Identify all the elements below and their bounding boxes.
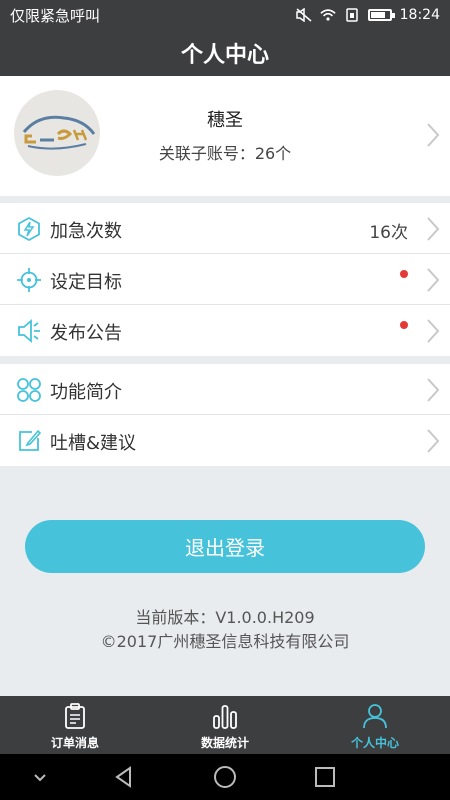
- sim-icon: [345, 8, 358, 22]
- company-logo-icon: [22, 115, 96, 150]
- home-icon[interactable]: [213, 765, 237, 789]
- mute-icon: [295, 8, 312, 22]
- grid-circles-icon: [17, 378, 41, 402]
- menu-label: 发布公告: [50, 323, 122, 344]
- profile-name: 穗圣: [207, 110, 243, 131]
- tab-personal-center[interactable]: 个人中心: [300, 696, 450, 754]
- tab-label: 数据统计: [200, 736, 249, 750]
- clipboard-icon: [65, 703, 85, 729]
- version-text: 当前版本：V1.0.0.H209: [135, 608, 315, 627]
- avatar: [14, 90, 100, 176]
- target-icon: [17, 268, 41, 292]
- tab-label: 个人中心: [350, 736, 399, 750]
- tab-label: 订单消息: [50, 736, 99, 750]
- chevron-right-icon: [427, 378, 440, 402]
- tab-order-messages[interactable]: 订单消息: [0, 696, 150, 754]
- menu-item-publish-notice[interactable]: 发布公告: [0, 305, 450, 356]
- bar-chart-icon: [213, 705, 237, 729]
- bottom-tab-bar: 订单消息 数据统计 个人中心: [0, 696, 450, 754]
- menu-label: 吐槽&建议: [50, 433, 137, 454]
- chevron-right-icon: [427, 429, 440, 453]
- system-icons: 18:24: [295, 7, 440, 23]
- lightning-icon: [18, 216, 40, 242]
- clock-text: 18:24: [399, 7, 440, 23]
- chevron-down-icon[interactable]: [28, 765, 52, 789]
- chevron-right-icon: [427, 319, 440, 343]
- logout-button[interactable]: 退出登录: [25, 520, 425, 573]
- system-nav-bar: [0, 754, 450, 800]
- menu-label: 功能简介: [50, 382, 122, 403]
- title-bar: 个人中心: [0, 30, 450, 76]
- tab-data-stats[interactable]: 数据统计: [150, 696, 300, 754]
- chevron-right-icon: [427, 123, 440, 147]
- status-bar: 仅限紧急呼叫 18:24: [0, 0, 450, 30]
- person-icon: [363, 704, 387, 729]
- chevron-right-icon: [427, 217, 440, 241]
- copyright-text: ©2017广州穗圣信息科技有限公司: [100, 632, 350, 651]
- back-icon[interactable]: [112, 765, 136, 789]
- linked-accounts-count: 关联子账号：26个: [158, 144, 292, 163]
- menu-label: 设定目标: [50, 272, 122, 293]
- menu-item-set-target[interactable]: 设定目标: [0, 254, 450, 305]
- notification-dot: [400, 321, 408, 329]
- profile-card[interactable]: 穗圣 关联子账号：26个: [0, 76, 450, 196]
- version-info: 当前版本：V1.0.0.H209 ©2017广州穗圣信息科技有限公司: [0, 606, 450, 654]
- speaker-icon: [18, 319, 40, 343]
- carrier-text: 仅限紧急呼叫: [10, 6, 101, 25]
- menu-item-urgent-count[interactable]: 加急次数 16次: [0, 203, 450, 254]
- menu-group-secondary: 功能简介 吐槽&建议: [0, 364, 450, 466]
- logout-label: 退出登录: [185, 536, 265, 560]
- urgent-count-value: 16次: [369, 223, 408, 243]
- menu-group-primary: 加急次数 16次 设定目标 发布公告: [0, 203, 450, 356]
- notification-dot: [400, 270, 408, 278]
- recents-icon[interactable]: [313, 765, 337, 789]
- edit-icon: [19, 429, 42, 451]
- menu-item-feedback[interactable]: 吐槽&建议: [0, 415, 450, 466]
- menu-item-feature-intro[interactable]: 功能简介: [0, 364, 450, 415]
- menu-label: 加急次数: [50, 221, 122, 242]
- page-title: 个人中心: [180, 43, 269, 68]
- chevron-right-icon: [427, 268, 440, 292]
- battery-icon: [367, 9, 395, 21]
- wifi-icon: [320, 9, 336, 21]
